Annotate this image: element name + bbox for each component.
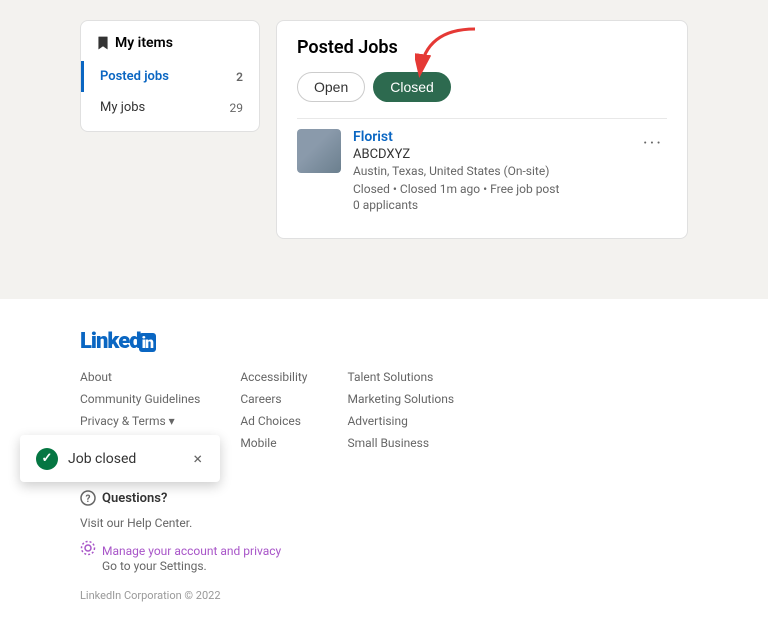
sidebar-header: My items [81,21,259,61]
footer-link-advertising[interactable]: Advertising [347,414,454,428]
sidebar-posted-jobs-count: 2 [236,70,243,84]
bookmark-icon [97,36,109,50]
tab-row: Open Closed [297,72,667,102]
sidebar-my-jobs-count: 29 [230,101,244,115]
manage-account: Manage your account and privacy Go to yo… [80,540,281,573]
manage-account-link[interactable]: Manage your account and privacy [102,544,281,558]
job-applicants: 0 applicants [353,198,627,212]
footer-col-3: Talent Solutions Marketing Solutions Adv… [347,370,454,450]
footer-link-adchoices[interactable]: Ad Choices [240,414,307,428]
job-location: Austin, Texas, United States (On-site) [353,164,627,178]
svg-text:?: ? [86,494,91,505]
footer-link-about[interactable]: About [80,370,200,384]
footer-col-2: Accessibility Careers Ad Choices Mobile [240,370,307,450]
toast-message: Job closed [68,451,181,467]
questions-label: Questions? [102,491,167,506]
sidebar-item-label: My jobs [100,100,145,115]
footer-link-mobile[interactable]: Mobile [240,436,307,450]
help-icon: ? [80,490,96,506]
footer-link-privacy[interactable]: Privacy & Terms ▾ [80,414,200,428]
job-info: Florist ABCDXYZ Austin, Texas, United St… [353,129,627,212]
toast-check-icon [36,448,58,470]
sidebar: My items Posted jobs 2 My jobs 29 [80,20,260,132]
job-card: Florist ABCDXYZ Austin, Texas, United St… [297,118,667,222]
footer-link-smallbiz[interactable]: Small Business [347,436,454,450]
linkedin-badge: in [139,333,156,352]
more-options-button[interactable]: ··· [639,129,667,158]
tab-closed[interactable]: Closed [373,72,451,102]
tab-open[interactable]: Open [297,72,365,102]
linkedin-wordmark: Linkedin [80,329,156,354]
posted-jobs-panel: Posted Jobs Open Closed Florist ABCDXYZ … [276,20,688,239]
footer-link-marketing[interactable]: Marketing Solutions [347,392,454,406]
questions-header: ? Questions? [80,490,281,506]
settings-icon [80,540,96,556]
footer-link-accessibility[interactable]: Accessibility [240,370,307,384]
sidebar-item-my-jobs[interactable]: My jobs 29 [81,92,259,123]
manage-account-text: Manage your account and privacy Go to yo… [102,540,281,573]
footer-link-community[interactable]: Community Guidelines [80,392,200,406]
linkedin-logo: Linkedin [80,329,688,354]
sidebar-item-posted-jobs[interactable]: Posted jobs 2 [81,61,259,92]
panel-title: Posted Jobs [297,37,667,58]
company-name: ABCDXYZ [353,147,627,162]
company-logo [297,129,341,173]
manage-account-sub: Go to your Settings. [102,559,281,573]
sidebar-item-label: Posted jobs [100,69,169,84]
toast-close-button[interactable]: × [191,447,204,470]
job-title-link[interactable]: Florist [353,129,627,145]
sidebar-title: My items [115,35,173,51]
footer-copyright: LinkedIn Corporation © 2022 [80,589,688,602]
footer-link-careers[interactable]: Careers [240,392,307,406]
footer-col-questions: ? Questions? Visit our Help Center. Mana… [80,490,281,573]
questions-sub: Visit our Help Center. [80,516,281,530]
footer-link-talent[interactable]: Talent Solutions [347,370,454,384]
toast-notification: Job closed × [20,435,220,482]
company-logo-inner [297,129,341,173]
job-status: Closed • Closed 1m ago • Free job post [353,182,627,196]
